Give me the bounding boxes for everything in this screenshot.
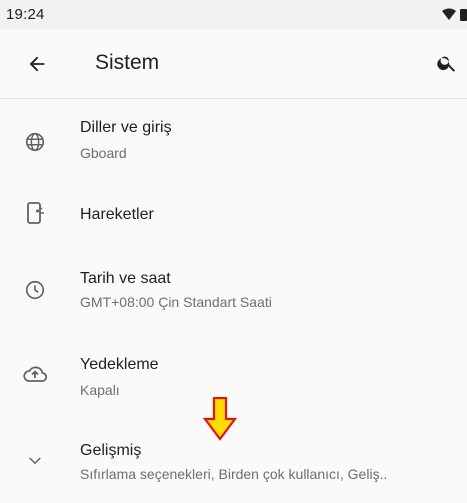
- item-title: Diller ve giriş: [80, 119, 172, 136]
- item-title: Tarih ve saat: [80, 270, 171, 287]
- status-time: 19:24: [6, 6, 45, 23]
- list-item-gestures[interactable]: Hareketler: [0, 184, 467, 252]
- list-item-date-time[interactable]: Tarih ve saat GMT+08:00 Çin Standart Saa…: [0, 252, 467, 334]
- search-icon: [437, 56, 456, 72]
- item-title: Yedekleme: [80, 356, 159, 373]
- app-bar: Sistem: [0, 29, 467, 98]
- annotation-arrow-icon: [203, 397, 237, 441]
- item-subtitle: Sıfırlama seçenekleri, Birden çok kullan…: [80, 466, 388, 482]
- item-subtitle: Gboard: [80, 145, 127, 161]
- status-bar: 19:24: [0, 0, 467, 29]
- item-title: Hareketler: [80, 206, 154, 223]
- annotation-arrow-shape: [203, 397, 237, 441]
- chevron-down-icon: [22, 448, 48, 474]
- item-title: Gelişmiş: [80, 442, 142, 459]
- list-item-languages[interactable]: Diller ve giriş Gboard: [0, 99, 467, 184]
- page-title: Sistem: [95, 51, 160, 74]
- arrow-left-icon: [29, 56, 45, 72]
- search-button[interactable]: [433, 49, 461, 77]
- cloud-upload-icon: [22, 361, 48, 387]
- globe-icon: [22, 129, 48, 155]
- item-subtitle: GMT+08:00 Çin Standart Saati: [80, 294, 272, 310]
- wifi-icon: [442, 8, 467, 21]
- back-button[interactable]: [22, 49, 52, 79]
- battery-icon: [460, 9, 467, 21]
- phone-gesture-icon: [22, 200, 48, 226]
- item-subtitle: Kapalı: [80, 382, 120, 398]
- status-icons: [441, 7, 467, 23]
- clock-icon: [22, 277, 48, 303]
